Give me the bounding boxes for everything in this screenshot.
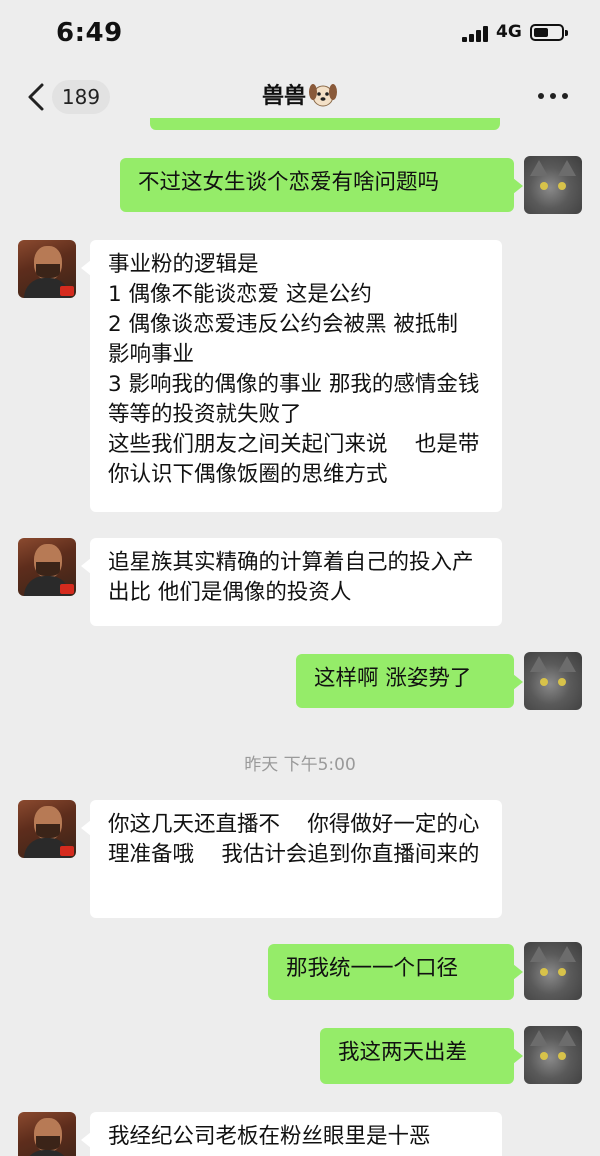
contact-avatar[interactable] <box>18 538 76 596</box>
my-avatar[interactable] <box>524 942 582 1000</box>
status-bar: 6:49 4G <box>0 0 600 66</box>
status-time: 6:49 <box>56 18 123 48</box>
more-options-icon[interactable] <box>538 93 568 101</box>
chat-title-text: 兽兽 <box>261 84 306 109</box>
message-bubble-sent[interactable]: 那我统一一个口径 <box>268 944 523 1000</box>
my-avatar[interactable] <box>524 652 582 710</box>
battery-icon <box>530 24 568 41</box>
contact-avatar[interactable] <box>18 1112 76 1156</box>
message-bubble-received[interactable]: 追星族其实精确的计算着自己的投入产出比 他们是偶像的投资人 <box>81 538 502 626</box>
message-bubble-sent[interactable]: 这样啊 涨姿势了 <box>296 654 523 708</box>
message-bubble-sent[interactable]: 我这两天出差 <box>320 1028 523 1084</box>
message-bubble-received[interactable]: 你这几天还直播不 你得做好一定的心理准备哦 我估计会追到你直播间来的 <box>81 800 502 918</box>
message-bubble-received[interactable]: 我经纪公司老板在粉丝眼里是十恶 <box>81 1112 502 1156</box>
contact-avatar[interactable] <box>18 240 76 298</box>
contact-avatar[interactable] <box>18 800 76 858</box>
previous-message-bubble <box>150 118 500 130</box>
network-type: 4G <box>496 22 522 42</box>
dog-face-icon <box>309 84 337 107</box>
chat-title: 兽兽 <box>0 80 600 114</box>
message-bubble-received[interactable]: 事业粉的逻辑是 1 偶像不能谈恋爱 这是公约 2 偶像谈恋爱违反公约会被黑 被抵… <box>81 240 502 512</box>
my-avatar[interactable] <box>524 1026 582 1084</box>
my-avatar[interactable] <box>524 156 582 214</box>
signal-icon <box>462 26 492 42</box>
message-timestamp: 昨天 下午5:00 <box>244 755 356 775</box>
message-bubble-sent[interactable]: 不过这女生谈个恋爱有啥问题吗 <box>120 158 523 212</box>
